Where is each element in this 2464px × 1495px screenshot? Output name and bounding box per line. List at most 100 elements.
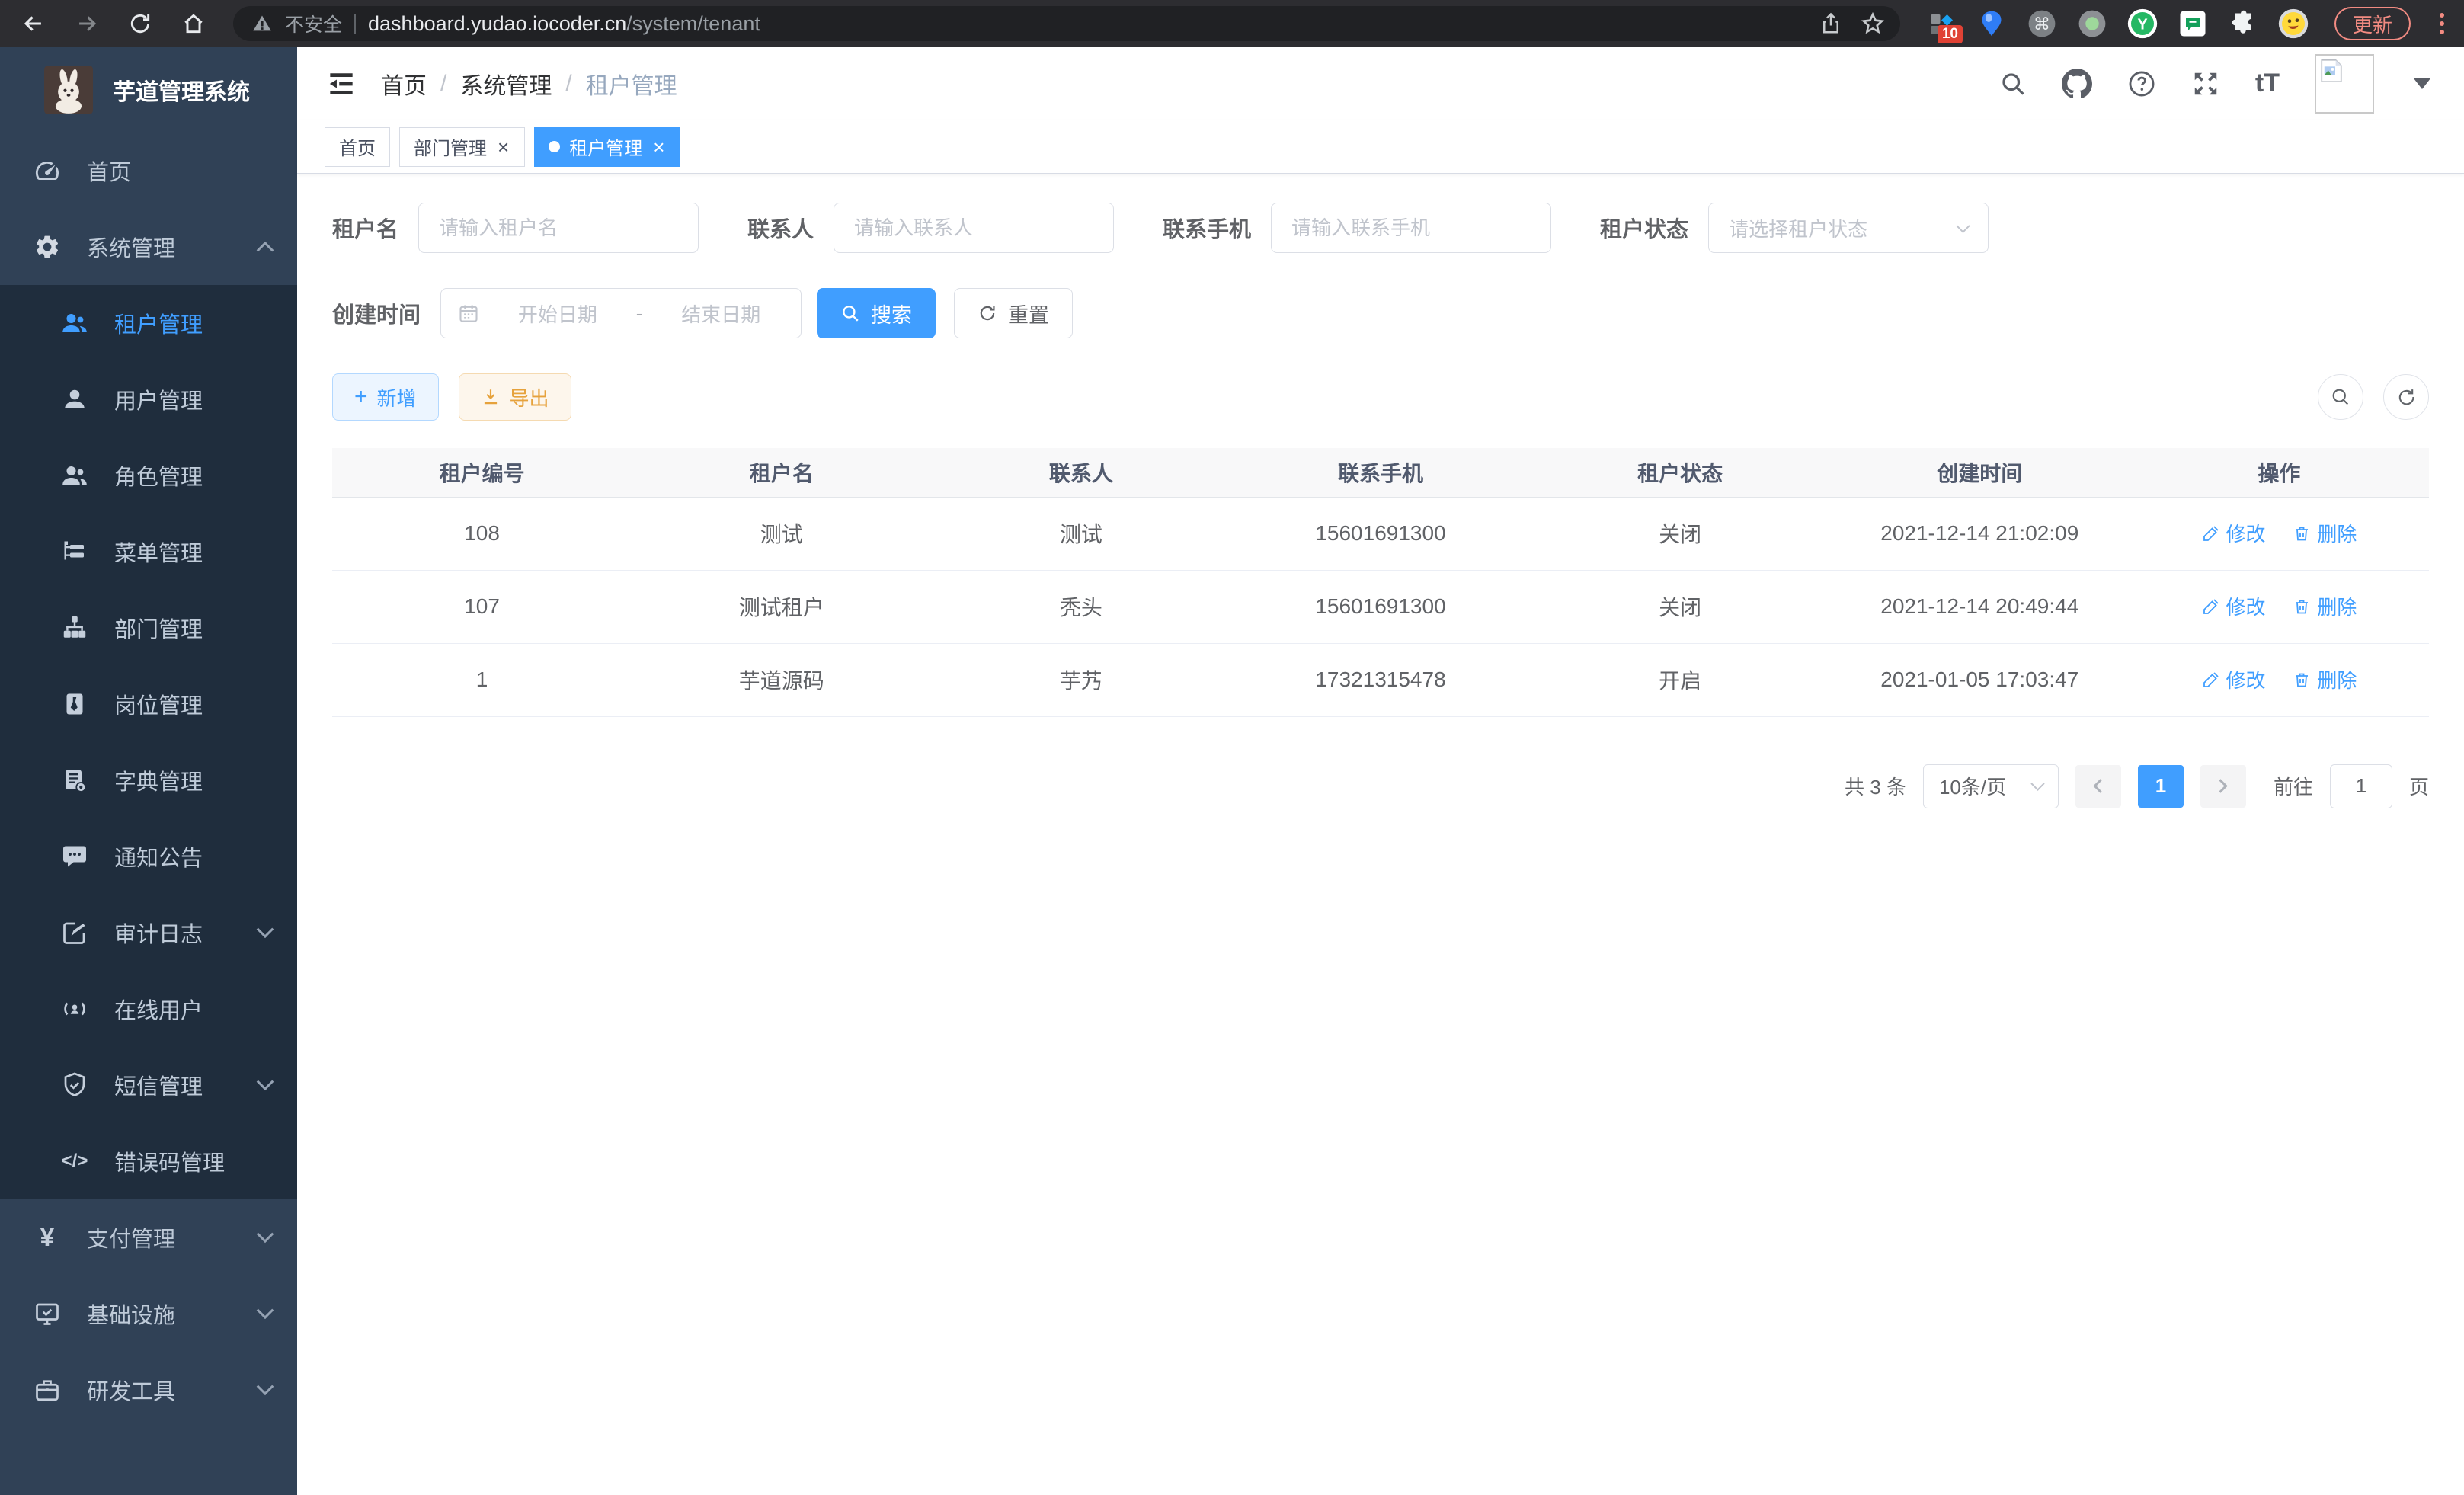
browser-reload-icon[interactable] [126,10,154,37]
tenant-name-input[interactable] [418,203,699,253]
next-page-button[interactable] [2200,765,2246,808]
status-select[interactable]: 请选择租户状态 [1708,203,1989,253]
cell-status: 关闭 [1531,497,1830,570]
browser-forward-icon[interactable] [73,10,101,37]
contact-input[interactable] [834,203,1114,253]
extension-emoji-avatar[interactable] [2278,8,2309,39]
search-button[interactable]: 搜索 [817,288,936,338]
user-icon [59,384,90,415]
browser-home-icon[interactable] [180,10,207,37]
close-icon[interactable]: × [496,137,510,157]
extension-yuque-icon[interactable]: Y [2127,8,2158,39]
sidebar-item-tenant[interactable]: 租户管理 [0,285,297,361]
sidebar-item-infra[interactable]: 基础设施 [0,1276,297,1352]
edit-button[interactable]: 修改 [2202,665,2266,693]
sidebar-item-payment[interactable]: ¥ 支付管理 [0,1199,297,1276]
share-icon[interactable] [1819,12,1842,35]
browser-back-icon[interactable] [20,10,47,37]
edit-button[interactable]: 修改 [2202,519,2266,547]
tab-dept[interactable]: 部门管理 × [399,127,525,167]
address-bar[interactable]: 不安全 dashboard.yudao.iocoder.cn/system/te… [233,6,1900,41]
sidebar-item-dict[interactable]: 字典管理 [0,742,297,818]
cell-contact: 芋艿 [931,643,1230,716]
sidebar-item-devtools[interactable]: 研发工具 [0,1352,297,1428]
delete-button[interactable]: 删除 [2293,592,2357,620]
sidebar-item-audit-log[interactable]: 审计日志 [0,895,297,971]
extension-puzzle-icon[interactable] [2228,8,2258,39]
font-size-icon[interactable]: tT [2255,69,2280,98]
goto-page-input[interactable] [2330,764,2392,808]
extension-blocker-icon[interactable]: 10 [1926,8,1957,39]
dashboard-icon [32,155,62,186]
avatar[interactable] [2315,54,2374,114]
svg-text:⌘: ⌘ [2034,14,2050,34]
url-text[interactable]: dashboard.yudao.iocoder.cn/system/tenant [368,12,760,36]
phone-input[interactable] [1271,203,1551,253]
breadcrumb-home[interactable]: 首页 [381,67,427,101]
extension-command-icon[interactable]: ⌘ [2027,8,2057,39]
page-1-button[interactable]: 1 [2138,765,2184,808]
sidebar: 芋道管理系统 首页 系统管理 租户管理 用户管理 [0,47,297,1495]
tab-home[interactable]: 首页 [325,127,390,167]
tab-tenant[interactable]: 租户管理 × [534,127,680,167]
sidebar-item-online-users[interactable]: 在线用户 [0,971,297,1047]
browser-update-button[interactable]: 更新 [2334,7,2411,40]
refresh-table-button[interactable] [2383,374,2429,420]
sidebar-item-user[interactable]: 用户管理 [0,361,297,437]
sidebar-item-post[interactable]: 岗位管理 [0,666,297,742]
top-navbar: 首页 / 系统管理 / 租户管理 tT [297,47,2464,120]
header-search-icon[interactable] [1999,70,2027,98]
sidebar-item-dept[interactable]: 部门管理 [0,590,297,666]
sidebar-item-notice[interactable]: 通知公告 [0,818,297,895]
chevron-down-icon [257,920,274,938]
delete-button[interactable]: 删除 [2293,665,2357,693]
svg-text:Y: Y [2137,17,2148,34]
security-label[interactable]: 不安全 [285,10,342,37]
breadcrumb-current: 租户管理 [586,67,677,101]
show-search-toggle-button[interactable] [2318,374,2363,420]
prev-page-button[interactable] [2075,765,2121,808]
app-logo[interactable]: 芋道管理系统 [0,47,297,133]
export-button[interactable]: 导出 [459,373,571,421]
browser-menu-icon[interactable] [2440,13,2444,34]
sidebar-collapse-icon[interactable] [325,67,358,101]
sidebar-item-home[interactable]: 首页 [0,133,297,209]
extension-chat-icon[interactable] [2178,8,2208,39]
delete-button[interactable]: 删除 [2293,519,2357,547]
table-row: 1 芋道源码 芋艿 17321315478 开启 2021-01-05 17:0… [332,643,2429,716]
tenant-name-label: 租户名 [332,212,398,244]
breadcrumb-system[interactable]: 系统管理 [460,67,552,101]
org-tree-icon [59,613,90,643]
sidebar-item-menu[interactable]: 菜单管理 [0,514,297,590]
sidebar-item-label: 部门管理 [114,612,203,644]
edit-button[interactable]: 修改 [2202,592,2266,620]
sidebar-item-system[interactable]: 系统管理 [0,209,297,285]
chevron-left-icon [2094,779,2107,792]
bookmark-star-icon[interactable] [1861,11,1885,36]
start-date-placeholder[interactable]: 开始日期 [494,299,621,328]
extension-balloon-icon[interactable] [1976,8,2007,39]
date-range-picker[interactable]: 开始日期 - 结束日期 [440,288,802,338]
reset-button[interactable]: 重置 [954,288,1073,338]
extension-record-icon[interactable] [2077,8,2107,39]
sidebar-item-error-code[interactable]: </> 错误码管理 [0,1123,297,1199]
add-button[interactable]: + 新增 [332,373,439,421]
end-date-placeholder[interactable]: 结束日期 [658,299,784,328]
fullscreen-icon[interactable] [2191,69,2220,98]
peoples-icon [59,308,90,338]
code-icon: </> [59,1146,90,1176]
avatar-dropdown-caret[interactable] [2414,78,2430,89]
omnibox-divider [354,14,356,34]
cell-id: 107 [332,570,632,643]
github-icon[interactable] [2062,69,2092,99]
sidebar-item-role[interactable]: 角色管理 [0,437,297,514]
help-icon[interactable] [2127,69,2156,98]
tags-view-bar: 首页 部门管理 × 租户管理 × [297,120,2464,174]
edit-label: 修改 [2226,665,2266,693]
sidebar-item-sms[interactable]: 短信管理 [0,1047,297,1123]
page-size-select[interactable]: 10条/页 [1923,764,2059,808]
edit-pen-icon [2202,671,2220,689]
cell-created: 2021-12-14 21:02:09 [1830,497,2130,570]
close-icon[interactable]: × [651,137,666,157]
col-header-created: 创建时间 [1830,448,2130,497]
